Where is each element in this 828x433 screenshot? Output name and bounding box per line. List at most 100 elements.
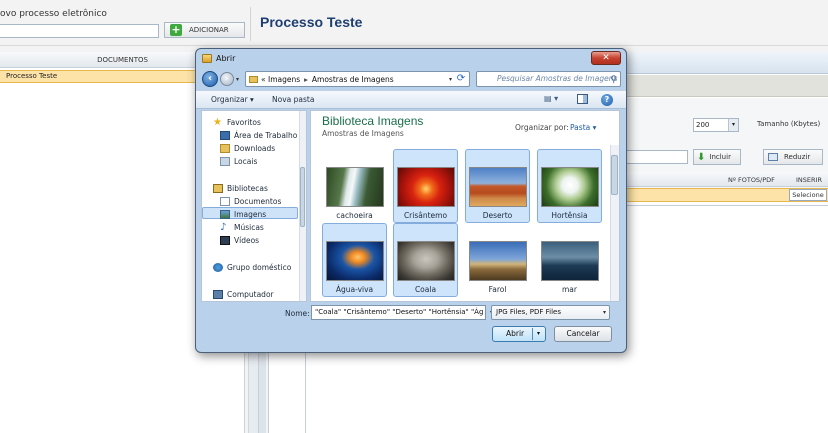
content-scroll-thumb[interactable] [611,155,618,195]
size-select[interactable]: 200 ▾ [693,118,739,132]
preview-pane-icon[interactable] [577,94,588,104]
sea-image [541,241,599,281]
nav-item-desktop[interactable]: Área de Trabalho [220,131,297,140]
folder-icon [249,75,258,83]
waterfall-image [326,167,384,207]
nav-item-libraries[interactable]: Bibliotecas [213,184,268,193]
add-button-label: ADICIONAR [189,26,229,34]
file-thumbnail-selected[interactable]: Hortênsia [537,149,602,223]
file-thumbnail-selected[interactable]: Deserto [465,149,530,223]
desert-image [469,167,527,207]
select-button[interactable]: Selecione [789,189,827,201]
reduce-button-label: Reduzir [784,153,811,161]
file-thumbnail[interactable]: cachoeira [322,149,387,223]
process-name-input[interactable] [0,24,159,38]
nav-item-documents[interactable]: Documentos [220,197,281,206]
new-folder-button[interactable]: Nova pasta [272,95,314,104]
computer-icon [213,290,223,299]
nav-item-label: Grupo doméstico [227,263,292,272]
folder-icon [202,54,212,63]
download-arrow-icon: ⬇ [697,151,706,163]
header-separator [0,45,828,46]
forward-arrow-icon[interactable]: › [220,72,234,86]
chevron-down-icon: ▾ [602,309,606,316]
breadcrumb-images[interactable]: Imagens [268,75,300,84]
file-type-value: JPG Files, PDF Files [496,308,561,316]
pictures-icon [220,210,230,219]
open-button[interactable]: Abrir ▾ [492,326,546,342]
nav-item-label: Imagens [234,210,267,219]
size-select-value: 200 [696,121,710,129]
chevron-down-icon[interactable]: ▾ [449,76,452,83]
nav-item-favorites[interactable]: ★ Favoritos [213,118,261,128]
close-button[interactable]: ✕ [591,51,621,65]
file-path-input[interactable] [620,150,688,164]
organize-menu[interactable]: Organizar ▾ [211,95,254,104]
videos-icon [220,236,230,245]
library-title: Biblioteca Imagens [322,114,424,128]
nav-item-computer[interactable]: Computador [213,290,274,299]
music-icon: ♪ [220,222,227,233]
include-button[interactable]: ⬇ Incluir [693,149,741,165]
nav-item-music[interactable]: ♪ Músicas [220,222,264,233]
open-options-chevron-icon[interactable]: ▾ [532,328,544,340]
file-name: mar [562,285,577,294]
breadcrumb-separator-icon: ▸ [304,74,308,84]
nav-item-label: Favoritos [227,118,261,127]
nav-item-videos[interactable]: Vídeos [220,236,259,245]
nav-item-label: Músicas [234,223,264,232]
column-header-insert: INSERIR [796,176,822,184]
nav-item-label: Bibliotecas [227,184,268,193]
file-name-label: Nome: [285,309,310,318]
file-thumbnail-selected[interactable]: Crisântemo [393,149,458,223]
column-header-photos: Nº FOTOS/PDF [728,176,775,184]
reduce-button[interactable]: Reduzir [763,149,823,165]
hydrangea-image [541,167,599,207]
nav-item-images[interactable]: Imagens [220,210,266,219]
file-type-select[interactable]: JPG Files, PDF Files ▾ [491,305,610,320]
file-name: Deserto [482,211,513,220]
recent-places-icon [220,157,230,166]
file-thumbnail-selected[interactable]: Água-viva [322,223,387,297]
file-thumbnail[interactable]: Farol [465,223,530,297]
file-thumbnail[interactable]: mar [537,223,602,297]
file-name-input[interactable]: "Coala" "Crisântemo" "Deserto" "Hortênsi… [311,305,486,320]
file-name: cachoeira [336,211,373,220]
dialog-titlebar[interactable] [196,49,626,69]
search-input[interactable]: Pesquisar Amostras de Imagens ⚲ [476,71,621,87]
header-divider [250,7,251,41]
nav-item-label: Computador [227,290,274,299]
file-name: Crisântemo [403,211,448,220]
open-button-label: Abrir [506,329,525,338]
search-placeholder: Pesquisar Amostras de Imagens [497,74,618,83]
breadcrumb-sample-pictures[interactable]: Amostras de Imagens [312,75,394,84]
arrange-by-label: Organizar por: [515,123,569,132]
view-options-icon[interactable]: ▤ ▾ [544,94,558,103]
nav-item-places[interactable]: Locais [220,157,257,166]
nav-item-homegroup[interactable]: Grupo doméstico [213,263,291,272]
desktop-icon [220,131,230,140]
homegroup-icon [213,263,223,272]
search-icon: ⚲ [610,75,617,85]
add-button[interactable]: + ADICIONAR [164,22,245,38]
file-thumbnail-selected[interactable]: Coala [393,223,458,297]
nav-item-label: Vídeos [234,236,260,245]
help-icon[interactable]: ? [601,94,613,106]
file-name: Coala [414,285,437,294]
refresh-icon[interactable]: ⟳ [455,73,467,85]
nav-item-label: Área de Trabalho [234,131,298,140]
lighthouse-image [469,241,527,281]
recent-locations-chevron-icon[interactable]: ▾ [236,76,239,83]
arrange-by-select[interactable]: Pasta ▾ [570,123,596,132]
nav-scroll-thumb[interactable] [300,167,305,227]
downloads-folder-icon [220,144,230,153]
size-label: Tamanho (Kbytes) [757,120,821,128]
open-file-dialog: Abrir ✕ ‹ › ▾ « Imagens ▸ Amostras de Im… [195,48,627,353]
file-name: Farol [488,285,507,294]
file-name: Água-viva [335,285,374,294]
nav-item-downloads[interactable]: Downloads [220,144,275,153]
cancel-button[interactable]: Cancelar [554,326,612,342]
image-resize-icon [768,153,778,161]
back-arrow-icon[interactable]: ‹ [202,71,218,87]
address-bar[interactable]: « Imagens ▸ Amostras de Imagens ▾ ⟳ [245,71,470,87]
